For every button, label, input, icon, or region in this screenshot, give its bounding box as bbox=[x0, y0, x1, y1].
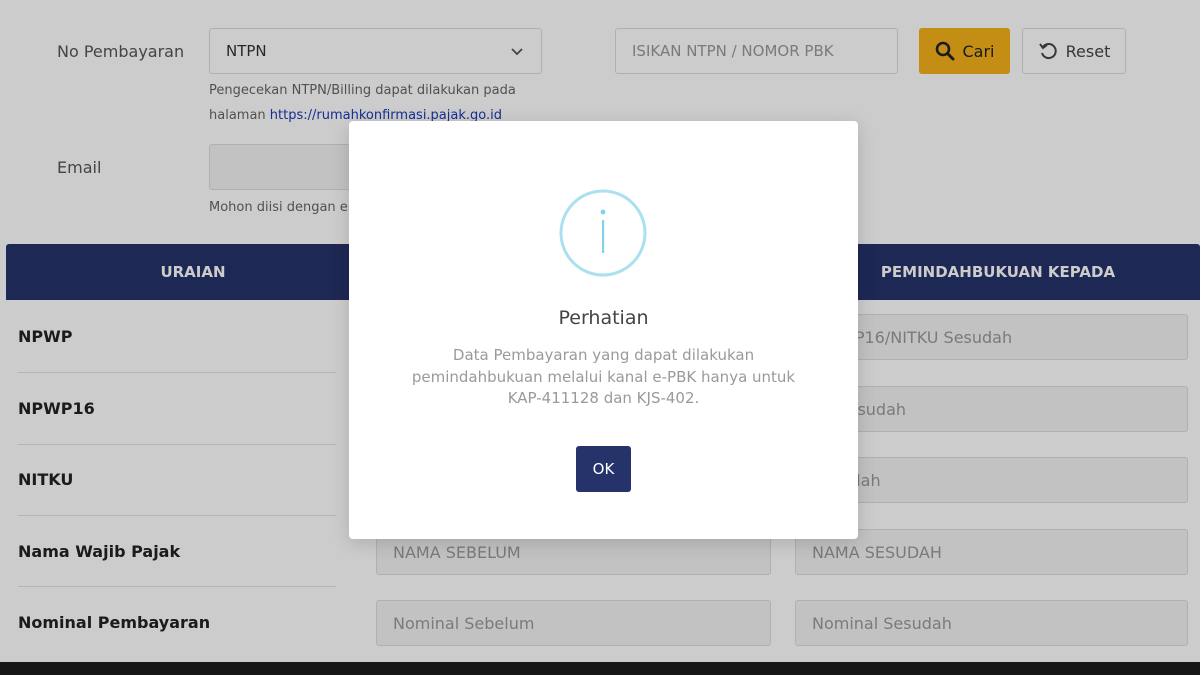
info-icon bbox=[559, 189, 647, 277]
modal-message: Data Pembayaran yang dapat dilakukan pem… bbox=[411, 346, 796, 407]
modal-title: Perhatian bbox=[558, 307, 649, 329]
perhatian-dialog: Perhatian Data Pembayaran yang dapat dil… bbox=[349, 121, 858, 539]
ok-button[interactable]: OK bbox=[576, 446, 631, 492]
